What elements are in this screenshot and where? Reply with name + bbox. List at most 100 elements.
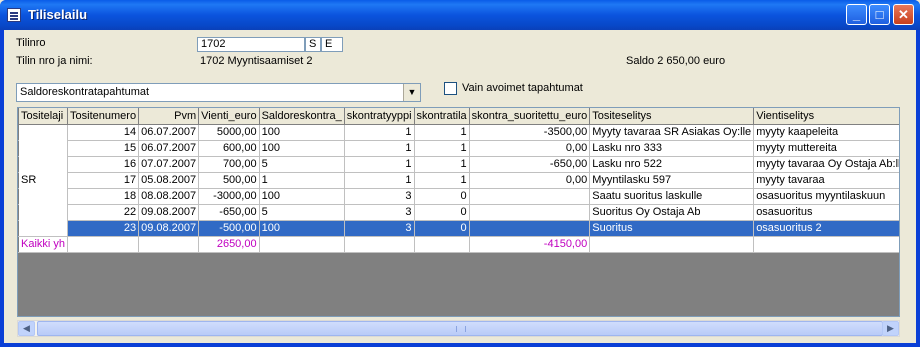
column-header[interactable]: Pvm [138, 108, 200, 125]
table-cell[interactable]: 1 [344, 124, 415, 141]
table-cell[interactable]: 0 [414, 220, 470, 237]
maximize-button[interactable]: □ [869, 4, 890, 25]
table-cell[interactable]: 23 [67, 220, 140, 237]
table-cell[interactable]: 1 [414, 172, 470, 189]
row-indicator[interactable] [18, 204, 19, 221]
table-cell[interactable] [469, 220, 591, 237]
table-row[interactable]: 18 08.08.2007 -3000,00 100 3 0 Saatu suoritus … [18, 188, 899, 205]
table-cell[interactable]: 5000,00 [198, 124, 260, 141]
table-cell[interactable]: 100 [259, 220, 345, 237]
table-cell[interactable]: myyty tavaraa Oy Ostaja Ab:lle [753, 156, 899, 173]
table-row[interactable]: SR 14 06.07.2007 5000,00 100 1 1 -3500,00 Myyty … [18, 124, 899, 237]
table-cell[interactable]: 1 [414, 140, 470, 157]
table-cell[interactable]: 500,00 [198, 172, 260, 189]
row-indicator[interactable] [18, 172, 19, 189]
table-cell[interactable]: 700,00 [198, 156, 260, 173]
table-cell[interactable]: 3 [344, 220, 415, 237]
account-no-input[interactable]: 1702 [197, 37, 305, 52]
table-cell[interactable]: 3 [344, 188, 415, 205]
table-row[interactable]: 15 06.07.2007 600,00 100 1 1 0,00 Lasku nro 333… [18, 140, 899, 157]
table-cell[interactable]: 06.07.2007 [138, 140, 200, 157]
table-cell[interactable]: osasuoritus [753, 204, 899, 221]
table-row[interactable]: 22 09.08.2007 -650,00 5 3 0 Suoritus Oy Ostaja… [18, 204, 899, 221]
table-cell[interactable]: -650,00 [198, 204, 260, 221]
table-cell[interactable] [469, 204, 591, 221]
table-cell[interactable]: Lasku nro 522 [589, 156, 755, 173]
column-header[interactable]: skontra_suoritettu_euro [469, 108, 591, 125]
column-header[interactable]: skontratila [414, 108, 470, 125]
title-bar[interactable]: Tiliselailu _ □ ✕ [0, 0, 920, 30]
table-cell[interactable]: Suoritus Oy Ostaja Ab [589, 204, 755, 221]
scroll-right-icon[interactable]: ▶ [882, 321, 899, 336]
account-type-field[interactable]: S [305, 37, 321, 52]
table-cell[interactable]: 1 [344, 140, 415, 157]
table-cell[interactable]: 05.08.2007 [138, 172, 200, 189]
table-cell[interactable]: 22 [67, 204, 140, 221]
column-header[interactable]: Tositeselitys [589, 108, 755, 125]
table-cell[interactable]: -650,00 [469, 156, 591, 173]
column-header[interactable]: Vienti_euro [198, 108, 260, 125]
table-cell[interactable]: 1 [344, 172, 415, 189]
table-cell[interactable]: 5 [259, 204, 345, 221]
table-cell[interactable] [469, 188, 591, 205]
table-cell[interactable]: 1 [414, 156, 470, 173]
table-cell[interactable]: Saatu suoritus laskulle [589, 188, 755, 205]
row-indicator[interactable] [18, 188, 19, 205]
table-row[interactable]: 23 09.08.2007 -500,00 100 3 0 Suoritus osasuori… [18, 220, 899, 237]
table-cell[interactable]: myyty muttereita [753, 140, 899, 157]
row-indicator[interactable] [18, 140, 19, 157]
table-cell[interactable]: 15 [67, 140, 140, 157]
table-cell[interactable]: 0,00 [469, 172, 591, 189]
row-indicator[interactable] [18, 220, 19, 237]
table-cell[interactable]: Suoritus [589, 220, 755, 237]
table-cell[interactable]: 0,00 [469, 140, 591, 157]
column-header[interactable]: Saldoreskontra_ [259, 108, 345, 125]
column-header[interactable]: Tositelaji [18, 108, 69, 125]
scrollbar-thumb[interactable] [37, 321, 883, 336]
table-cell[interactable]: myyty tavaraa [753, 172, 899, 189]
event-type-select[interactable]: Saldoreskontratapahtumat ▼ [16, 83, 421, 102]
table-cell[interactable]: 1 [414, 124, 470, 141]
table-cell[interactable]: 08.08.2007 [138, 188, 200, 205]
table-cell[interactable]: myyty kaapeleita [753, 124, 899, 141]
close-button[interactable]: ✕ [893, 4, 914, 25]
table-cell[interactable]: Lasku nro 333 [589, 140, 755, 157]
table-cell[interactable]: 09.08.2007 [138, 204, 200, 221]
row-indicator[interactable] [18, 156, 19, 173]
table-cell[interactable]: 1 [344, 156, 415, 173]
table-cell[interactable]: Myyty tavaraa SR Asiakas Oy:lle [589, 124, 755, 141]
column-header[interactable]: skontratyyppi [344, 108, 415, 125]
chevron-down-icon[interactable]: ▼ [403, 84, 420, 101]
table-cell[interactable]: 0 [414, 204, 470, 221]
account-flag-field[interactable]: E [321, 37, 343, 52]
table-cell[interactable]: 1 [259, 172, 345, 189]
table-cell[interactable]: -500,00 [198, 220, 260, 237]
table-cell[interactable]: 100 [259, 124, 345, 141]
data-grid[interactable]: Tositelaji Tositenumero Pvm Vienti_euro … [17, 107, 900, 317]
horizontal-scrollbar[interactable]: ◀ ▶ [17, 320, 900, 337]
table-cell[interactable]: 16 [67, 156, 140, 173]
scroll-left-icon[interactable]: ◀ [18, 321, 35, 336]
table-cell[interactable]: 14 [67, 124, 140, 141]
table-cell[interactable]: 07.07.2007 [138, 156, 200, 173]
table-cell[interactable]: 0 [414, 188, 470, 205]
table-cell[interactable]: 17 [67, 172, 140, 189]
table-cell[interactable]: 5 [259, 156, 345, 173]
table-cell[interactable]: 06.07.2007 [138, 124, 200, 141]
table-cell[interactable]: 100 [259, 188, 345, 205]
table-cell[interactable]: osasuoritus 2 [753, 220, 899, 237]
table-cell[interactable]: osasuoritus myyntilaskuun [753, 188, 899, 205]
table-row[interactable]: 17 05.08.2007 500,00 1 1 1 0,00 Myyntilasku 597… [18, 172, 899, 189]
table-cell[interactable]: 600,00 [198, 140, 260, 157]
table-cell[interactable]: 3 [344, 204, 415, 221]
table-cell[interactable]: 18 [67, 188, 140, 205]
open-only-checkbox[interactable] [444, 82, 457, 95]
table-cell[interactable]: Myyntilasku 597 [589, 172, 755, 189]
table-cell[interactable]: -3500,00 [469, 124, 591, 141]
column-header[interactable]: Tositenumero [67, 108, 140, 125]
table-cell[interactable]: 09.08.2007 [138, 220, 200, 237]
table-row[interactable]: 16 07.07.2007 700,00 5 1 1 -650,00 Lasku nro 52… [18, 156, 899, 173]
table-cell[interactable]: -3000,00 [198, 188, 260, 205]
table-cell[interactable]: 100 [259, 140, 345, 157]
minimize-button[interactable]: _ [846, 4, 867, 25]
